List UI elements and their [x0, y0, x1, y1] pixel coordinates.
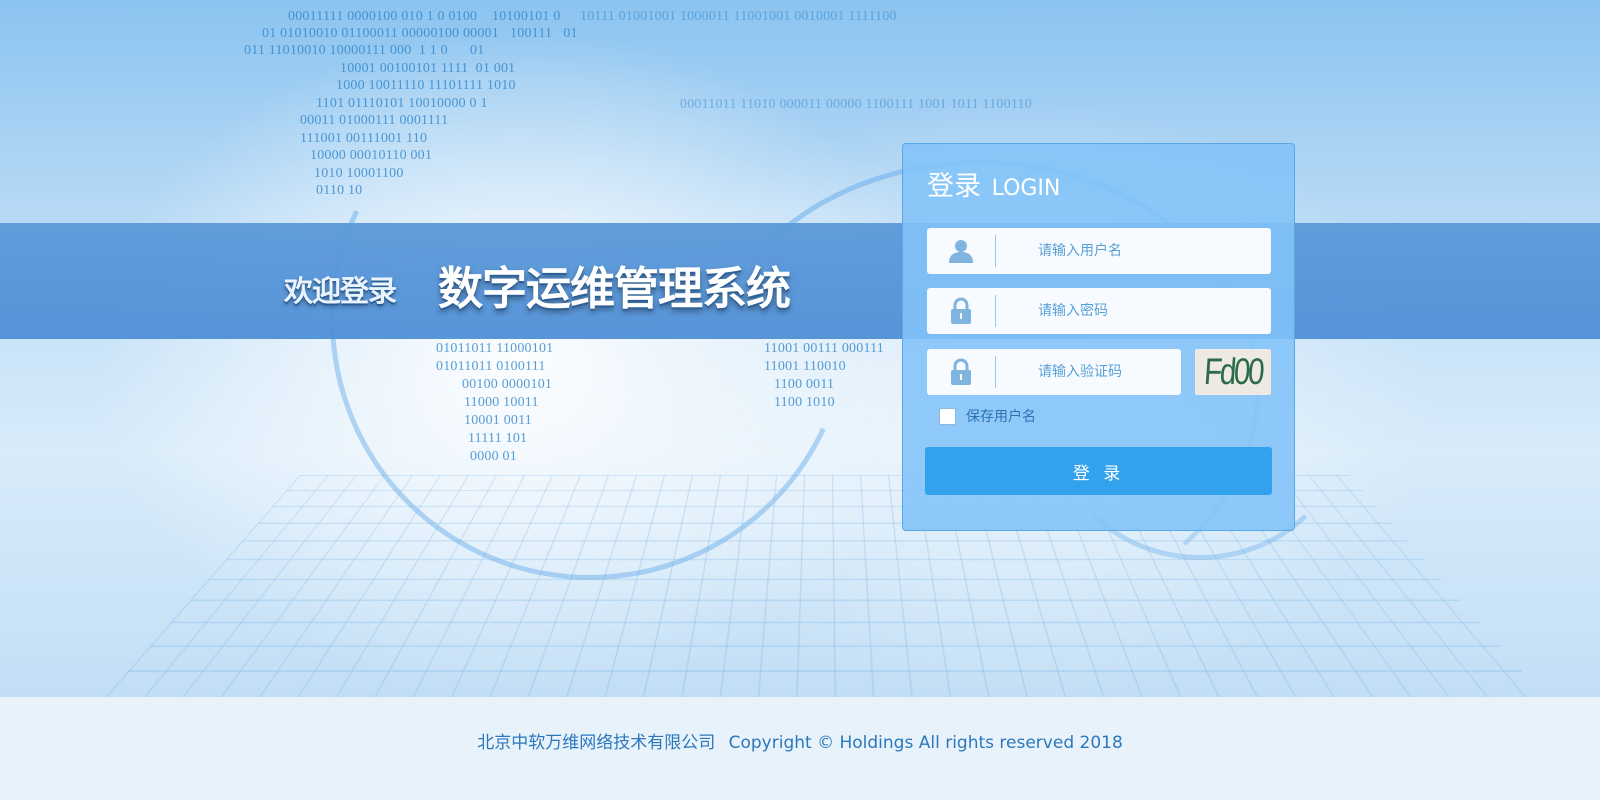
binary-text-block: 01011011 11000101	[436, 341, 554, 356]
background-grid-floor	[71, 475, 1579, 697]
login-title-cn: 登录	[927, 171, 981, 202]
binary-text-block: 0110 10	[316, 183, 363, 198]
login-title-en: LOGIN	[991, 176, 1061, 201]
password-input[interactable]	[996, 288, 1271, 334]
captcha-code: Fd00	[1202, 351, 1264, 392]
binary-text-block: 11111 101	[468, 431, 528, 446]
binary-text-block: 00011 01000111 0001111	[300, 113, 449, 128]
login-panel: 登录 LOGIN 请输入用户名 请输入验证码 Fd00 保存用户名 登 录	[902, 143, 1295, 531]
captcha-field	[927, 349, 1181, 395]
binary-text-block: 10111 01001001 1000011 11001001 0010001 …	[580, 9, 897, 24]
remember-username-label: 保存用户名	[966, 409, 1036, 425]
binary-text-block: 111001 00111001 110	[300, 131, 428, 146]
lock-icon	[927, 349, 995, 395]
remember-username[interactable]: 保存用户名	[939, 406, 1036, 426]
footer-copyright: Copyright © Holdings All rights reserved…	[728, 733, 1123, 753]
username-input[interactable]	[996, 228, 1271, 274]
binary-text-block: 11001 00111 000111	[764, 341, 885, 356]
binary-text-block: 0000 01	[470, 449, 517, 464]
remember-username-checkbox[interactable]	[939, 407, 956, 425]
login-title: 登录 LOGIN	[927, 164, 1060, 203]
binary-text-block: 00100 0000101	[462, 377, 553, 392]
binary-text-block: 1010 10001100	[314, 166, 404, 181]
binary-text-block: 00011011 11010 000011 00000 1100111 1001…	[680, 97, 1032, 112]
binary-text-block: 11001 110010	[764, 359, 846, 374]
binary-text-block: 1000 10011110 11101111 1010	[336, 78, 516, 93]
binary-text-block: 1100 1010	[774, 395, 835, 410]
binary-text-block: 00011111 0000100 010 1 0 0100 10100101 0	[288, 9, 561, 24]
captcha-input[interactable]	[996, 349, 1181, 395]
title-band	[0, 223, 1600, 339]
background-world-map: 00011111 0000100 010 1 0 0100 10100101 0…	[0, 0, 1600, 697]
system-title: 数字运维管理系统	[438, 262, 791, 315]
login-button[interactable]: 登 录	[925, 447, 1272, 495]
binary-text-block: 10001 0011	[464, 413, 532, 428]
footer-text: 北京中软万维网络技术有限公司 Copyright © Holdings All …	[477, 728, 1123, 753]
footer: 北京中软万维网络技术有限公司 Copyright © Holdings All …	[0, 697, 1600, 800]
username-field	[927, 228, 1271, 274]
binary-text-block: 10001 00100101 1111 01 001	[340, 61, 516, 76]
binary-text-block: 011 11010010 10000111 000 1 1 0 01	[244, 43, 485, 58]
binary-text-block: 1101 01110101 10010000 0 1	[316, 96, 488, 111]
binary-text-block: 01011011 0100111	[436, 359, 546, 374]
lock-icon	[927, 288, 995, 334]
welcome-text: 欢迎登录	[284, 274, 397, 308]
captcha-image[interactable]: Fd00	[1195, 349, 1271, 395]
binary-text-block: 10000 00010110 001	[310, 148, 433, 163]
footer-company: 北京中软万维网络技术有限公司	[477, 733, 716, 753]
binary-text-block: 1100 0011	[774, 377, 835, 392]
binary-text-block: 11000 10011	[464, 395, 539, 410]
password-field	[927, 288, 1271, 334]
user-icon	[927, 228, 995, 274]
binary-text-block: 01 01010010 01100011 00000100 00001 1001…	[262, 26, 578, 41]
